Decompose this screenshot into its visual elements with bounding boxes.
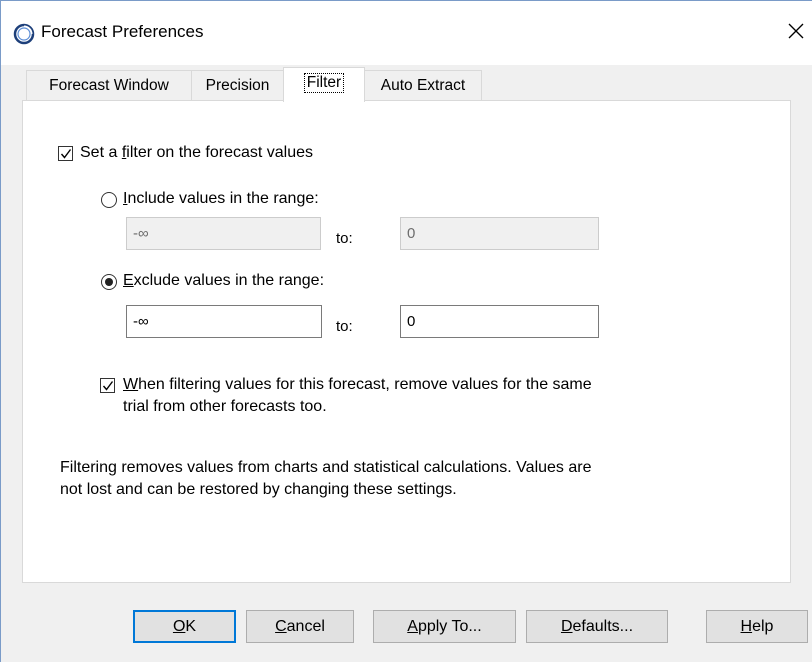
set-filter-label: Set a filter on the forecast values bbox=[80, 144, 314, 161]
app-icon bbox=[13, 23, 35, 45]
checkmark-icon bbox=[60, 149, 72, 159]
help-button[interactable]: Help bbox=[706, 610, 808, 643]
apply-to-button[interactable]: Apply To... bbox=[373, 610, 516, 643]
tab-strip: Forecast Window Precision Filter Auto Ex… bbox=[26, 67, 786, 102]
tab-label: Auto Extract bbox=[380, 77, 466, 94]
include-to-label: to: bbox=[336, 230, 353, 247]
tab-forecast-window[interactable]: Forecast Window bbox=[26, 70, 192, 101]
window-title: Forecast Preferences bbox=[41, 22, 204, 41]
exclude-from-field[interactable] bbox=[126, 305, 322, 338]
include-to-field bbox=[400, 217, 599, 250]
exclude-to-label: to: bbox=[336, 318, 353, 335]
tab-filter[interactable]: Filter bbox=[283, 67, 365, 102]
include-range-label: Include values in the range: bbox=[123, 190, 319, 207]
remove-trials-label-line2: trial from other forecasts too. bbox=[123, 398, 327, 415]
exclude-range-label: Exclude values in the range: bbox=[123, 272, 325, 289]
tab-label: Precision bbox=[205, 77, 270, 94]
tab-auto-extract[interactable]: Auto Extract bbox=[364, 70, 482, 101]
tab-precision[interactable]: Precision bbox=[191, 70, 284, 101]
filter-note-line1: Filtering removes values from charts and… bbox=[60, 459, 592, 476]
tab-label: Forecast Window bbox=[49, 77, 169, 94]
include-range-radio[interactable] bbox=[101, 192, 117, 208]
exclude-to-field[interactable] bbox=[400, 305, 599, 338]
include-from-field bbox=[126, 217, 321, 250]
radio-selected-dot bbox=[105, 278, 113, 286]
tab-label: Filter bbox=[303, 73, 345, 93]
dialog-window: Forecast Preferences Forecast Window Pre… bbox=[0, 0, 812, 662]
remove-trials-checkbox[interactable] bbox=[100, 378, 115, 393]
filter-note-line2: not lost and can be restored by changing… bbox=[60, 481, 457, 498]
defaults-button[interactable]: Defaults... bbox=[526, 610, 668, 643]
ok-button[interactable]: OK bbox=[133, 610, 236, 643]
filter-panel: Set a filter on the forecast values Incl… bbox=[22, 100, 791, 583]
exclude-range-radio[interactable] bbox=[101, 274, 117, 290]
remove-trials-label-line1: When filtering values for this forecast,… bbox=[123, 376, 592, 393]
cancel-button[interactable]: Cancel bbox=[246, 610, 354, 643]
title-bar: Forecast Preferences bbox=[1, 1, 812, 65]
set-filter-checkbox[interactable] bbox=[58, 146, 73, 161]
checkmark-icon bbox=[102, 381, 114, 391]
close-icon[interactable] bbox=[786, 20, 806, 42]
